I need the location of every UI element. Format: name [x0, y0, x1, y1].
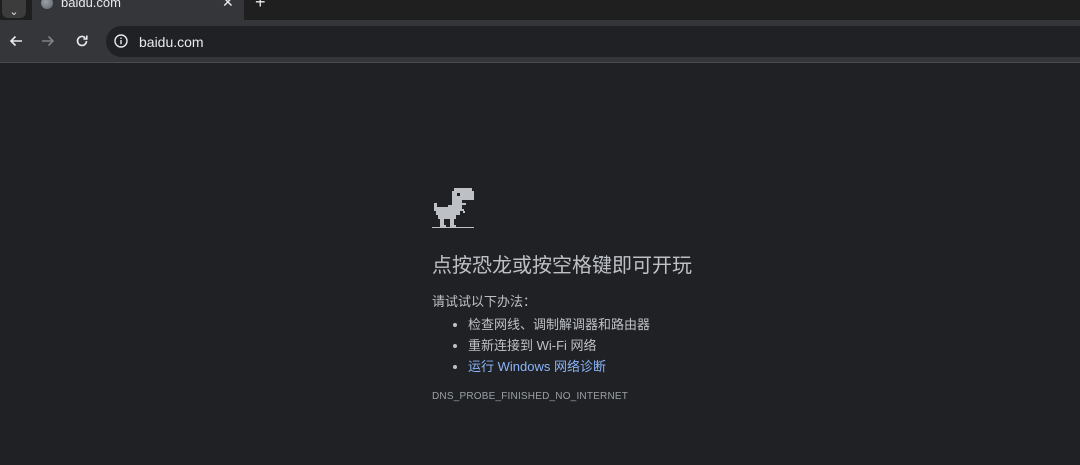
offline-error-content: 点按恐龙或按空格键即可开玩 请试试以下办法： 检查网线、调制解调器和路由器 重新… — [432, 186, 852, 402]
back-button[interactable] — [6, 31, 26, 51]
close-tab-icon[interactable]: ✕ — [222, 0, 234, 11]
toolbar: baidu.com — [0, 20, 1080, 63]
address-bar[interactable]: baidu.com — [106, 26, 1080, 57]
suggestions-list: 检查网线、调制解调器和路由器 重新连接到 Wi-Fi 网络 运行 Windows… — [432, 314, 852, 377]
globe-icon — [41, 0, 53, 9]
run-diagnostics-link[interactable]: 运行 Windows 网络诊断 — [468, 359, 606, 374]
tab-strip: ⌄ baidu.com ✕ + — [0, 0, 1080, 20]
info-icon[interactable] — [114, 34, 128, 48]
suggestions-intro: 请试试以下办法： — [432, 294, 537, 309]
suggestion-run-diagnostics[interactable]: 运行 Windows 网络诊断 — [468, 356, 852, 377]
url-text: baidu.com — [139, 34, 204, 50]
active-tab[interactable]: baidu.com ✕ — [32, 0, 244, 20]
arrow-left-icon — [9, 35, 22, 47]
reload-icon — [76, 35, 88, 47]
tab-search-button[interactable]: ⌄ — [2, 0, 26, 18]
tab-title: baidu.com — [61, 0, 121, 10]
error-heading: 点按恐龙或按空格键即可开玩 — [432, 255, 692, 277]
suggestion-check-cables: 检查网线、调制解调器和路由器 — [468, 314, 852, 335]
toolbar-divider — [0, 62, 1080, 63]
suggestion-reconnect-wifi: 重新连接到 Wi-Fi 网络 — [468, 335, 852, 356]
dinosaur-icon[interactable] — [432, 186, 474, 230]
reload-button[interactable] — [72, 31, 92, 51]
forward-button[interactable] — [38, 31, 58, 51]
chevron-down-icon: ⌄ — [9, 6, 19, 18]
new-tab-button[interactable]: + — [255, 0, 266, 13]
arrow-right-icon — [42, 35, 55, 47]
error-code: DNS_PROBE_FINISHED_NO_INTERNET — [432, 391, 629, 402]
